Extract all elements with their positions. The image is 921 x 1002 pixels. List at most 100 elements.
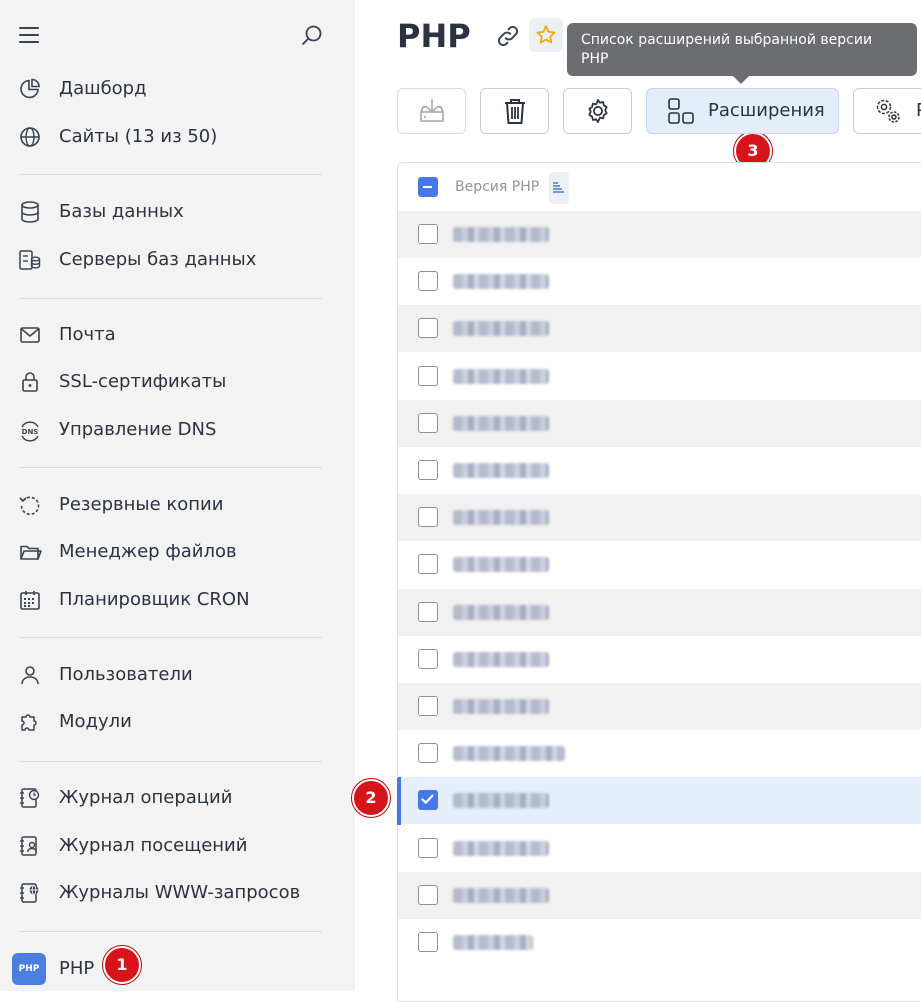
extensions-button[interactable]: Расширения [646, 88, 839, 134]
row-checkbox[interactable] [418, 224, 438, 244]
sidebar-divider [19, 467, 322, 468]
table-row[interactable] [398, 305, 921, 353]
table-row[interactable] [398, 919, 921, 966]
sidebar-item-databases[interactable]: Базы данных [0, 190, 355, 234]
redacted-version-name [453, 699, 549, 714]
row-checkbox[interactable] [418, 837, 438, 858]
table-row[interactable] [398, 730, 921, 777]
table-row[interactable] [398, 494, 921, 542]
operations-log-icon [18, 786, 42, 810]
table-row[interactable] [398, 447, 921, 494]
row-checkbox[interactable] [418, 790, 438, 811]
redacted-version-name [453, 368, 549, 384]
step-badge-1: 1 [103, 946, 141, 984]
tooltip: Список расширений выбранной версии PHP [567, 23, 917, 84]
row-checkbox[interactable] [418, 412, 438, 433]
row-checkbox[interactable] [418, 365, 438, 386]
php-settings-button-label: Р [916, 89, 921, 133]
row-checkbox[interactable] [418, 271, 438, 292]
mail-icon [18, 323, 42, 347]
table-row[interactable] [398, 353, 921, 400]
step-badge-2: 2 [352, 779, 390, 817]
sidebar-item-label: Серверы баз данных [59, 249, 257, 270]
row-checkbox[interactable] [418, 460, 438, 480]
row-checkbox[interactable] [418, 507, 438, 528]
sidebar-item-visits-log[interactable]: Журнал посещений [0, 824, 355, 868]
table-row[interactable] [398, 825, 921, 872]
row-checkbox[interactable] [418, 743, 438, 764]
delete-button[interactable] [480, 88, 549, 134]
sidebar-item-cron[interactable]: Планировщик CRON [0, 578, 355, 622]
table-row[interactable] [398, 211, 921, 258]
trash-icon [504, 99, 525, 124]
table-row[interactable] [398, 777, 921, 825]
menu-icon[interactable] [19, 27, 39, 43]
sidebar-item-ssl[interactable]: SSL-сертификаты [0, 360, 355, 404]
row-checkbox[interactable] [418, 601, 438, 622]
sidebar-item-label: Управление DNS [59, 419, 217, 440]
redacted-version-name [453, 321, 549, 337]
row-checkbox[interactable] [418, 696, 438, 716]
row-checkbox[interactable] [418, 932, 438, 952]
sidebar-item-label: Модули [59, 711, 132, 732]
table-row[interactable] [398, 588, 921, 636]
column-header-version[interactable]: Версия PHP [455, 163, 539, 211]
sidebar-item-label: Почта [59, 324, 116, 345]
sidebar-item-backups[interactable]: Резервные копии [0, 483, 355, 527]
backup-icon [18, 493, 42, 517]
sidebar-item-label: SSL-сертификаты [59, 371, 227, 392]
download-icon [419, 99, 444, 122]
sidebar-top [0, 0, 355, 70]
table-row[interactable] [398, 636, 921, 683]
sidebar-item-label: Журнал посещений [59, 835, 248, 856]
sidebar-item-label: Базы данных [59, 201, 184, 222]
link-icon[interactable] [495, 23, 521, 49]
redacted-version-name [453, 793, 549, 809]
dns-icon: DNS [18, 418, 42, 442]
sort-icon[interactable] [549, 172, 569, 204]
redacted-version-name [453, 887, 549, 903]
sidebar-item-file-manager[interactable]: Менеджер файлов [0, 530, 355, 574]
sidebar-item-sites[interactable]: Сайты (13 из 50) [0, 115, 355, 159]
sidebar-item-mail[interactable]: Почта [0, 313, 355, 357]
table-row[interactable] [398, 399, 921, 447]
svg-text:DNS: DNS [22, 428, 39, 436]
sidebar-item-users[interactable]: Пользователи [0, 653, 355, 697]
selected-row-indicator [397, 778, 401, 825]
php-settings-button[interactable]: Р [853, 88, 921, 134]
favorite-button[interactable] [529, 18, 563, 52]
sidebar-divider [19, 931, 322, 932]
table-row[interactable] [398, 541, 921, 588]
sidebar-item-www-log[interactable]: Журналы WWW-запросов [0, 871, 355, 915]
table-row[interactable] [398, 871, 921, 919]
sidebar-divider [19, 174, 322, 175]
database-icon [18, 200, 42, 224]
www-log-icon [18, 881, 42, 905]
row-checkbox[interactable] [418, 554, 438, 575]
select-all-checkbox[interactable] [418, 177, 438, 197]
gear-icon [587, 99, 608, 123]
settings-button[interactable] [563, 88, 632, 134]
sidebar-item-dashboard[interactable]: Дашборд [0, 67, 355, 111]
sidebar-item-php[interactable]: PHP [0, 947, 355, 991]
sidebar-item-label: Журнал операций [59, 787, 233, 808]
redacted-version-name [453, 840, 549, 856]
row-checkbox[interactable] [418, 318, 438, 339]
sidebar-item-label: Сайты (13 из 50) [59, 126, 218, 147]
row-checkbox[interactable] [418, 648, 438, 669]
lock-icon [18, 370, 42, 394]
sidebar-item-db-servers[interactable]: Серверы баз данных [0, 238, 355, 282]
sidebar-item-label: Планировщик CRON [59, 589, 250, 610]
sidebar-item-modules[interactable]: Модули [0, 700, 355, 744]
sidebar: Дашборд Сайты (13 из 50) Базы данных Сер… [0, 0, 355, 991]
row-checkbox[interactable] [418, 884, 438, 905]
sidebar-item-operations-log[interactable]: Журнал операций [0, 776, 355, 820]
sidebar-item-label: Журналы WWW-запросов [59, 882, 301, 903]
table-row[interactable] [398, 683, 921, 730]
redacted-version-name [453, 463, 549, 478]
install-button[interactable] [397, 88, 466, 134]
search-icon[interactable] [300, 24, 324, 48]
sidebar-item-label: Резервные копии [59, 494, 224, 515]
sidebar-item-dns[interactable]: DNS Управление DNS [0, 408, 355, 452]
table-row[interactable] [398, 258, 921, 305]
